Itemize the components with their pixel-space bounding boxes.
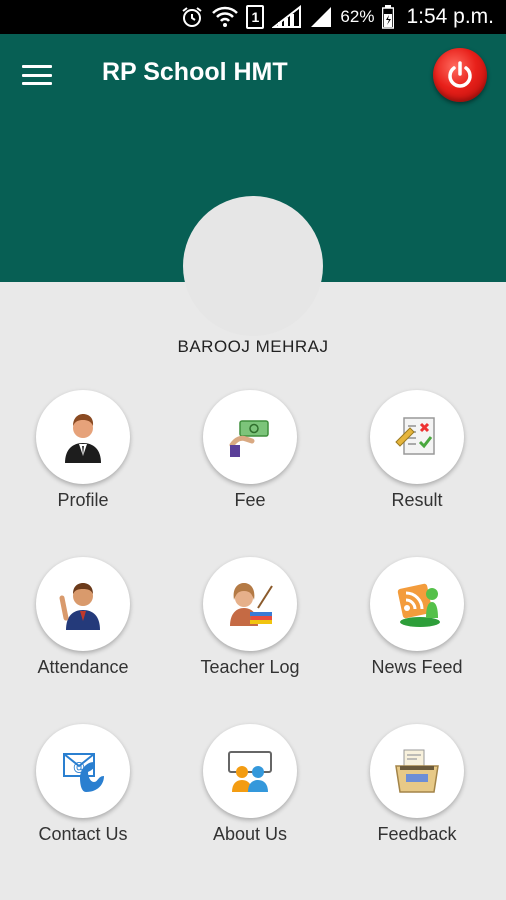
status-bar: 1 62% 1:54 p.m. (0, 0, 506, 34)
app-title: RP School HMT (102, 58, 288, 86)
clock: 1:54 p.m. (406, 5, 494, 28)
menu-item-label: About Us (212, 824, 288, 844)
menu-item-attendance[interactable]: Attendance (0, 557, 166, 697)
about-us-icon (228, 751, 272, 792)
contact-us-icon: @ (63, 753, 104, 792)
menu-item-label: Contact Us (38, 824, 128, 844)
battery-percent: 62% (340, 7, 375, 26)
menu-item-teacher-log[interactable]: Teacher Log (167, 557, 333, 697)
menu-item-label: Feedback (377, 824, 457, 844)
wifi-icon (212, 5, 239, 29)
menu-item-profile[interactable]: Profile (0, 390, 166, 530)
avatar[interactable] (183, 196, 323, 336)
menu-item-fee[interactable]: Fee (167, 390, 333, 530)
attendance-icon (59, 583, 100, 630)
teacher-log-icon (230, 583, 273, 626)
menu-item-feedback[interactable]: Feedback (334, 724, 500, 864)
menu-item-label: News Feed (371, 657, 463, 677)
battery-icon (382, 5, 395, 29)
menu-item-about-us[interactable]: About Us (167, 724, 333, 864)
menu-item-label: Attendance (37, 657, 129, 677)
logout-button[interactable] (433, 48, 487, 102)
menu-item-contact-us[interactable]: @ Contact Us (0, 724, 166, 864)
alarm-icon (180, 5, 204, 29)
fee-icon (229, 420, 269, 457)
feedback-icon (395, 749, 439, 793)
menu-item-result[interactable]: Result (334, 390, 500, 530)
result-icon (395, 417, 435, 455)
hamburger-menu-icon[interactable] (22, 62, 52, 88)
menu-item-label: Profile (57, 490, 109, 510)
power-icon (448, 61, 472, 88)
sim-icon: 1 (246, 5, 265, 29)
cell-signal-icon (272, 5, 302, 29)
menu-item-label: Teacher Log (200, 657, 300, 677)
menu-item-label: Fee (234, 490, 266, 510)
menu-item-news-feed[interactable]: News Feed (334, 557, 500, 697)
cell-signal-icon (310, 5, 332, 29)
menu-item-label: Result (391, 490, 443, 510)
news-feed-icon (397, 583, 440, 627)
profile-icon (65, 414, 101, 463)
user-name: BAROOJ MEHRAJ (177, 337, 329, 356)
